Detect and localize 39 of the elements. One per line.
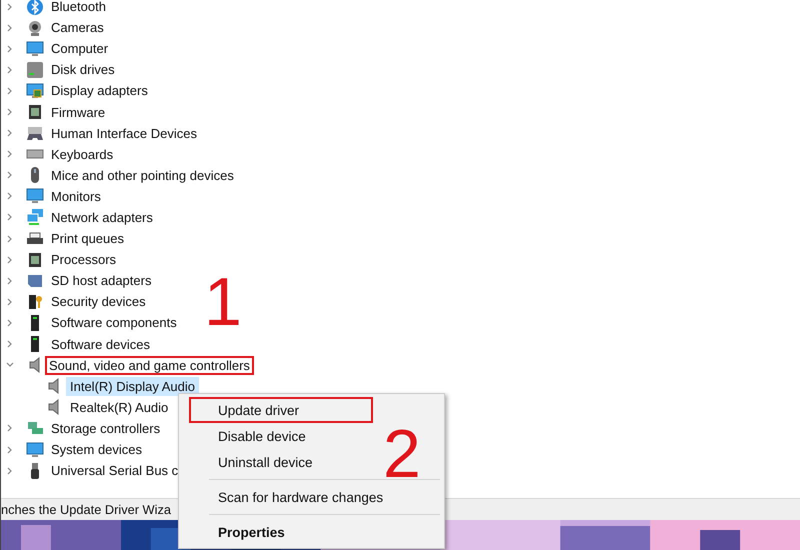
tree-item[interactable]: Firmware bbox=[47, 102, 110, 122]
tree-item[interactable]: Software components bbox=[47, 313, 181, 332]
tree-item[interactable]: Monitors bbox=[47, 186, 105, 206]
tree-item[interactable]: Mice and other pointing devices bbox=[47, 166, 238, 185]
tree-item[interactable]: Intel(R) Display Audio bbox=[66, 376, 199, 396]
tree-item[interactable]: Universal Serial Bus c bbox=[47, 461, 182, 480]
chip-icon bbox=[26, 250, 44, 269]
tree-item[interactable]: Security devices bbox=[47, 292, 150, 312]
tree-item[interactable]: Storage controllers bbox=[47, 418, 164, 438]
display-adapter-icon bbox=[26, 82, 44, 100]
monitor-icon bbox=[26, 40, 44, 58]
tree-item[interactable]: Human Interface Devices bbox=[47, 124, 201, 143]
menu-item[interactable]: Disable device bbox=[189, 423, 373, 449]
gamepad-icon bbox=[26, 124, 44, 142]
tree-item[interactable]: Keyboards bbox=[47, 144, 118, 164]
menu-item[interactable]: Update driver bbox=[189, 397, 373, 423]
monitor-icon bbox=[26, 187, 44, 206]
tree-item[interactable]: SD host adapters bbox=[47, 271, 156, 290]
tree-item[interactable]: Sound, video and game controllers bbox=[45, 356, 254, 375]
tree-item[interactable]: Cameras bbox=[47, 18, 108, 38]
tree-item[interactable]: Network adapters bbox=[47, 208, 157, 227]
tree-item[interactable]: Print queues bbox=[47, 229, 128, 248]
network-icon bbox=[26, 208, 44, 226]
tree-item[interactable]: Realtek(R) Audio bbox=[66, 398, 172, 417]
tree-item[interactable]: Bluetooth bbox=[47, 0, 110, 16]
step-number: 1 bbox=[204, 268, 242, 336]
tree-item[interactable]: System devices bbox=[47, 440, 146, 460]
tree-item[interactable]: Software devices bbox=[47, 334, 154, 354]
tree-item[interactable]: Processors bbox=[47, 250, 120, 270]
menu-item[interactable]: Uninstall device bbox=[189, 449, 373, 475]
tree-item[interactable]: Display adapters bbox=[47, 81, 152, 100]
tree-item[interactable]: Computer bbox=[47, 39, 112, 58]
monitor-icon bbox=[26, 440, 44, 459]
menu-item[interactable]: Properties bbox=[189, 519, 373, 545]
webcam-icon bbox=[26, 18, 44, 37]
drive-icon bbox=[26, 60, 44, 79]
tree-item[interactable]: Disk drives bbox=[47, 60, 119, 80]
chip-icon bbox=[26, 103, 44, 122]
security-icon bbox=[26, 292, 44, 311]
